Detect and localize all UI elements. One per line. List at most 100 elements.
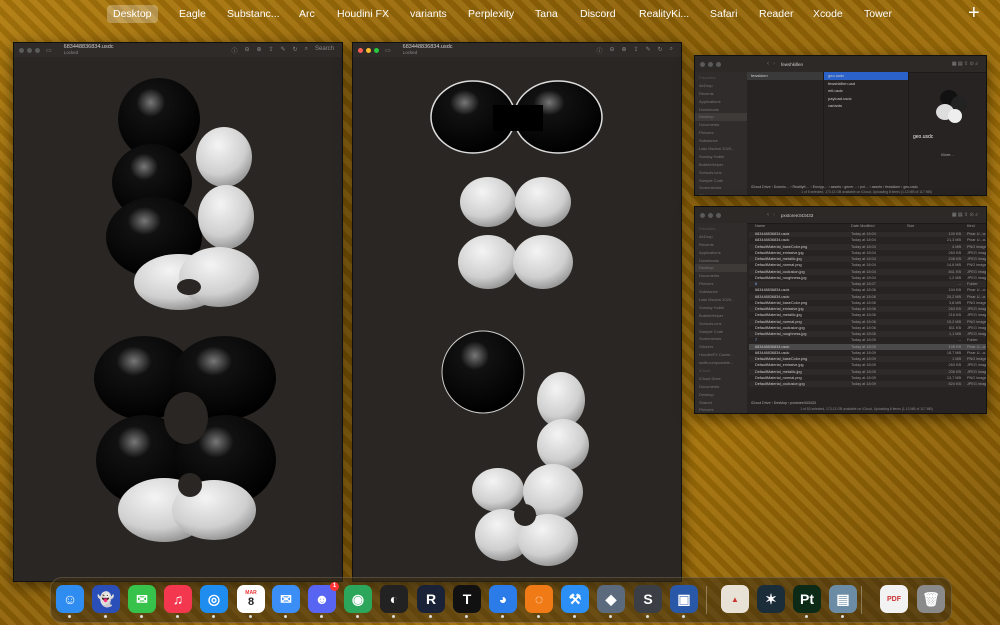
dock-app-painter[interactable]: Pt [793,585,821,618]
dock-app-sublime[interactable]: S [634,585,662,618]
info-icon[interactable]: ⓘ [231,46,237,55]
sidebar-item[interactable]: Recents [695,90,747,98]
dock-app-music[interactable]: ♫ [164,585,192,618]
sidebar-item[interactable]: Substance [695,288,747,296]
sidebar-item[interactable]: Substance [695,137,747,145]
column-item[interactable]: payload.usdc [824,95,908,103]
sidebar-item[interactable]: Stickers [695,343,747,351]
add-space-button[interactable]: + [968,2,980,25]
dock-app-safari[interactable]: ◎ [200,585,228,618]
info-icon[interactable]: ⓘ [596,46,602,55]
sidebar-item[interactable]: Documents [695,383,747,391]
viewport-bottom[interactable] [14,320,342,581]
column-header-date[interactable]: Date Modified [851,224,907,231]
dock-app-affinity[interactable]: ▲ [721,585,749,613]
search-icon[interactable]: ⌕ [305,46,308,55]
sidebar-item[interactable]: Schools.icns [695,169,747,177]
window-controls[interactable] [358,47,379,53]
sidebar-item[interactable]: Downloads [695,106,747,114]
share-icon[interactable]: ⇪ [634,46,639,55]
sidebar-item[interactable]: Lata Visdom 2020... [695,145,747,153]
dock-app-reader[interactable]: R [417,585,445,618]
more-button[interactable]: More... [909,152,986,157]
dock-app-preview[interactable]: ▤ [829,585,857,618]
quicklook-window-left[interactable]: ▭ 683448836834.usdc Locked ⓘ ⊖ ⊕ ⇪ ✎ ↻ ⌕ Search [13,42,343,582]
dock-app-finder[interactable]: ☺ [56,585,84,618]
space-tab[interactable]: Eagle [173,5,212,23]
column-item[interactable]: mtl.usdc [824,87,908,95]
dock-app-calendar[interactable]: MAR 8 [237,585,265,618]
space-tab[interactable]: variants [404,5,453,23]
sidebar-item[interactable]: BubbleHelper [695,161,747,169]
sidebar-item[interactable]: Screenshots [695,335,747,343]
sidebar-item[interactable]: AirDrop [695,233,747,241]
dock-app-tower[interactable]: ▣ [670,585,698,618]
sidebar-item[interactable]: Pictures [695,280,747,288]
sidebar-item[interactable]: Sample Code [695,177,747,185]
viewport-top[interactable] [14,57,342,319]
finder-window-top[interactable]: ‹ › fewshkillen ▦ ▤ ⇪ ⊙ ⌕ Favorites AirDr… [694,55,987,196]
space-tab[interactable]: Substanc... [221,5,286,23]
column-item[interactable]: geo.usdc [824,72,908,80]
finder-window-bottom[interactable]: ‹ › pxstoree343433 ▦ ▤ ⇪ ⊙ ⌕ Favorites Ai… [694,206,987,414]
dock-app-trash[interactable]: 🗑 [917,585,945,613]
dock-app-mail[interactable]: ✉ [272,585,300,618]
viewport-top[interactable] [353,57,681,319]
back-icon[interactable]: ‹ [767,212,769,218]
space-tab[interactable]: Houdini FX [331,5,395,23]
sidebar-toggle-icon[interactable]: ▭ [46,47,52,54]
column-item[interactable]: fewskken [747,72,823,80]
pen-icon[interactable]: ✎ [281,46,286,55]
dock-app-perplexity[interactable]: ◐ [380,585,408,618]
view-options-icon[interactable]: ▦ ▤ ⇪ ⊙ ⌕ [952,61,978,67]
window-controls[interactable] [700,61,721,67]
rotate-icon[interactable]: ↻ [293,46,298,55]
space-tab[interactable]: RealityKi... [633,5,695,23]
back-icon[interactable]: ‹ [767,61,769,67]
sidebar-item[interactable]: Downloads [695,257,747,265]
sidebar-item[interactable]: BubbleHelper [695,312,747,320]
dock-app-tana[interactable]: T [453,585,481,618]
sidebar-item[interactable]: Sample Code [695,328,747,336]
space-tab[interactable]: Xcode [807,5,849,23]
search-icon[interactable]: ⌕ [670,46,673,55]
space-tab[interactable]: Desktop [107,5,158,23]
window-controls[interactable] [700,212,721,218]
sidebar-item[interactable]: Pictures [695,406,747,413]
zoom-out-icon[interactable]: ⊖ [244,46,249,55]
sidebar-item[interactable]: Desktop [695,264,747,273]
sidebar-item[interactable]: Lata Visdom 2020... [695,296,747,304]
dock-app-document[interactable]: PDF [880,585,908,613]
sidebar-item[interactable]: Documents [695,121,747,129]
dock-app-arc[interactable]: ◕ [489,585,517,618]
space-tab[interactable]: Safari [704,5,743,23]
sidebar-item[interactable]: Schools.icns [695,320,747,328]
sidebar-item[interactable]: Pictures [695,129,747,137]
forward-icon[interactable]: › [773,212,775,218]
sidebar-item[interactable]: Applications [695,249,747,257]
dock-app-chat-robot[interactable]: ◉ [344,585,372,618]
dock-app-ghost-app[interactable]: 👻 [92,585,120,618]
column-item[interactable]: fewshkillen.usd [824,80,908,88]
dock-app-tower-alt[interactable]: ✶ [757,585,785,613]
sidebar-item[interactable]: Sunday Hubbi [695,153,747,161]
view-options-icon[interactable]: ▦ ▤ ⇪ ⊙ ⌕ [952,212,978,218]
sidebar-item[interactable]: Desktop [695,391,747,399]
column-item[interactable]: variants [824,102,908,110]
zoom-out-icon[interactable]: ⊖ [609,46,614,55]
space-tab[interactable]: Discord [574,5,622,23]
sidebar-item[interactable]: Desktop [695,113,747,122]
zoom-in-icon[interactable]: ⊕ [256,46,261,55]
sidebar-toggle-icon[interactable]: ▭ [385,47,391,54]
column-header-name[interactable]: Name [749,224,851,231]
table-row[interactable]: DefaultMaterial_occlusion.jpg Today at 18… [749,381,986,387]
sidebar-item[interactable]: AirDrop [695,82,747,90]
window-controls[interactable] [19,47,40,53]
rotate-icon[interactable]: ↻ [658,46,663,55]
search-field[interactable]: Search [315,46,334,55]
zoom-in-icon[interactable]: ⊕ [622,46,627,55]
sidebar-item[interactable]: Sunday Hubbi [695,304,747,312]
space-tab[interactable]: Reader [753,5,799,23]
viewport-bottom[interactable] [353,320,681,581]
sidebar-item[interactable]: Applications [695,98,747,106]
